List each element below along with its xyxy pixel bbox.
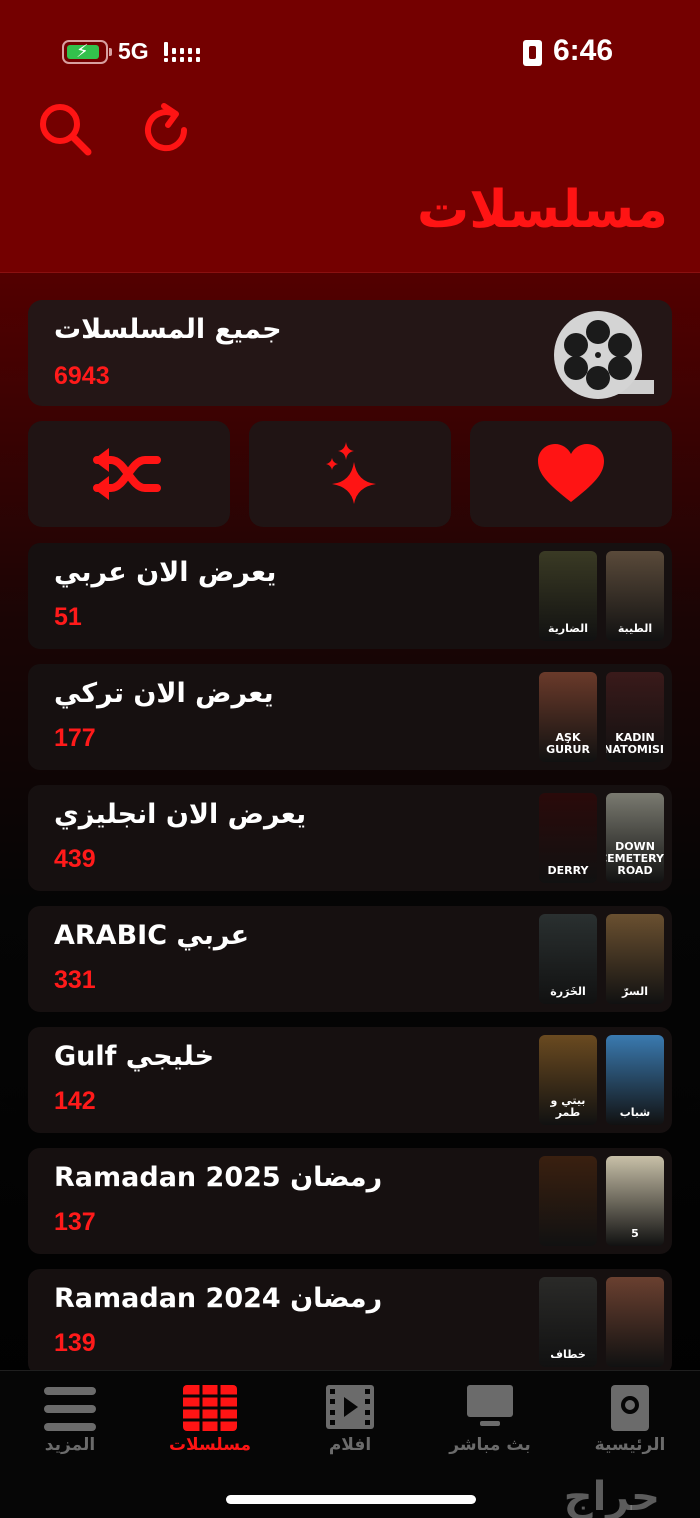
- nav-series[interactable]: مسلسلات: [140, 1381, 280, 1461]
- poster-image: KADIN ANATOMISI: [606, 672, 664, 762]
- poster-title: DOWN CEMETERY ROAD: [606, 840, 664, 877]
- poster-image: DERRY: [539, 793, 597, 883]
- category-count: 177: [54, 724, 96, 752]
- film-reel-icon: [542, 310, 654, 400]
- poster-title: DERRY: [547, 864, 589, 877]
- heart-icon: [538, 444, 604, 502]
- page-title: مسلسلات: [417, 180, 668, 240]
- poster-image: شباب: [606, 1035, 664, 1125]
- poster-title: الطيبة: [617, 622, 653, 635]
- category-count: 51: [54, 603, 82, 631]
- poster-thumbnails: KADIN ANATOMISI AŞK GURUR: [538, 672, 664, 762]
- category-row[interactable]: يعرض الان عربي 51 الطيبة الضارية: [28, 543, 672, 649]
- search-icon[interactable]: [36, 100, 96, 160]
- poster-title: الخَرَرة: [550, 985, 586, 998]
- refresh-icon[interactable]: [138, 100, 198, 160]
- category-label: خليجي Gulf: [54, 1041, 215, 1072]
- category-count: 139: [54, 1329, 96, 1357]
- sparkles-icon: [326, 442, 376, 504]
- header: ⚡ 5G 6:46 مسلسلات: [0, 0, 700, 273]
- nav-live[interactable]: بث مباشر: [420, 1381, 560, 1461]
- all-series-count: 6943: [54, 362, 110, 390]
- poster-thumbnails: السرّ الخَرَرة: [538, 914, 664, 1004]
- nav-label: افلام: [328, 1435, 372, 1455]
- poster-image: الطيبة: [606, 551, 664, 641]
- poster-title: شباب: [619, 1106, 651, 1119]
- all-series-card[interactable]: جميع المسلسلات 6943: [28, 300, 672, 406]
- category-label: رمضان Ramadan 2025: [54, 1162, 383, 1193]
- category-row[interactable]: خليجي Gulf 142 شباب بيتي و طمر: [28, 1027, 672, 1133]
- poster-image: AŞK GURUR: [539, 672, 597, 762]
- category-row[interactable]: رمضان Ramadan 2024 139 خطاف: [28, 1269, 672, 1375]
- category-label: يعرض الان انجليزي: [54, 799, 307, 830]
- poster-title: 5: [631, 1227, 639, 1240]
- poster-title: KADIN ANATOMISI: [606, 731, 664, 756]
- network-type: 5G: [118, 38, 149, 64]
- status-bar: ⚡ 5G 6:46: [0, 30, 700, 74]
- category-row[interactable]: رمضان Ramadan 2025 137 5: [28, 1148, 672, 1254]
- watermark-logo: حراج: [563, 1474, 660, 1518]
- nav-label: مسلسلات: [168, 1435, 252, 1455]
- favorites-button[interactable]: [470, 421, 672, 527]
- poster-thumbnails: خطاف: [538, 1277, 664, 1367]
- poster-image: [539, 1156, 597, 1246]
- poster-title: السرّ: [622, 985, 648, 998]
- menu-icon: [44, 1387, 96, 1431]
- grid-icon: [183, 1385, 237, 1431]
- nav-label: بث مباشر: [449, 1435, 531, 1455]
- poster-thumbnails: 5: [538, 1156, 664, 1246]
- shuffle-icon: [93, 448, 161, 500]
- clock: 6:46: [553, 34, 614, 67]
- category-label: عربي ARABIC: [54, 920, 250, 951]
- poster-title: AŞK GURUR: [546, 731, 590, 756]
- poster-image: الضارية: [539, 551, 597, 641]
- category-label: يعرض الان عربي: [54, 557, 277, 588]
- category-count: 142: [54, 1087, 96, 1115]
- poster-image: خطاف: [539, 1277, 597, 1367]
- new-releases-button[interactable]: [249, 421, 451, 527]
- poster-title: الضارية: [547, 622, 588, 635]
- poster-thumbnails: شباب بيتي و طمر: [538, 1035, 664, 1125]
- home-indicator[interactable]: [226, 1495, 476, 1504]
- nav-label: المزيد: [44, 1435, 96, 1455]
- film-icon: [326, 1385, 374, 1429]
- poster-image: السرّ: [606, 914, 664, 1004]
- home-icon: [611, 1385, 649, 1431]
- nav-home[interactable]: الرئيسية: [560, 1381, 700, 1461]
- category-row[interactable]: يعرض الان تركي 177 KADIN ANATOMISI AŞK G…: [28, 664, 672, 770]
- poster-image: DOWN CEMETERY ROAD: [606, 793, 664, 883]
- poster-image: بيتي و طمر: [539, 1035, 597, 1125]
- poster-image: 5: [606, 1156, 664, 1246]
- category-count: 331: [54, 966, 96, 994]
- nav-movies[interactable]: افلام: [280, 1381, 420, 1461]
- nav-label: الرئيسية: [594, 1435, 666, 1455]
- category-row[interactable]: عربي ARABIC 331 السرّ الخَرَرة: [28, 906, 672, 1012]
- category-label: يعرض الان تركي: [54, 678, 274, 709]
- signal-icon: [162, 40, 200, 64]
- poster-title: بيتي و طمر: [550, 1094, 586, 1119]
- battery-icon: ⚡: [62, 40, 112, 64]
- poster-thumbnails: DOWN CEMETERY ROAD DERRY: [538, 793, 664, 883]
- nav-more[interactable]: المزيد: [0, 1381, 140, 1461]
- poster-thumbnails: الطيبة الضارية: [538, 551, 664, 641]
- category-row[interactable]: يعرض الان انجليزي 439 DOWN CEMETERY ROAD…: [28, 785, 672, 891]
- all-series-label: جميع المسلسلات: [54, 314, 282, 345]
- poster-image: الخَرَرة: [539, 914, 597, 1004]
- shuffle-button[interactable]: [28, 421, 230, 527]
- category-label: رمضان Ramadan 2024: [54, 1283, 383, 1314]
- category-count: 439: [54, 845, 96, 873]
- poster-image: [606, 1277, 664, 1367]
- category-count: 137: [54, 1208, 96, 1236]
- tv-icon: [467, 1385, 513, 1426]
- poster-title: خطاف: [550, 1348, 586, 1361]
- sim-icon: [523, 40, 542, 66]
